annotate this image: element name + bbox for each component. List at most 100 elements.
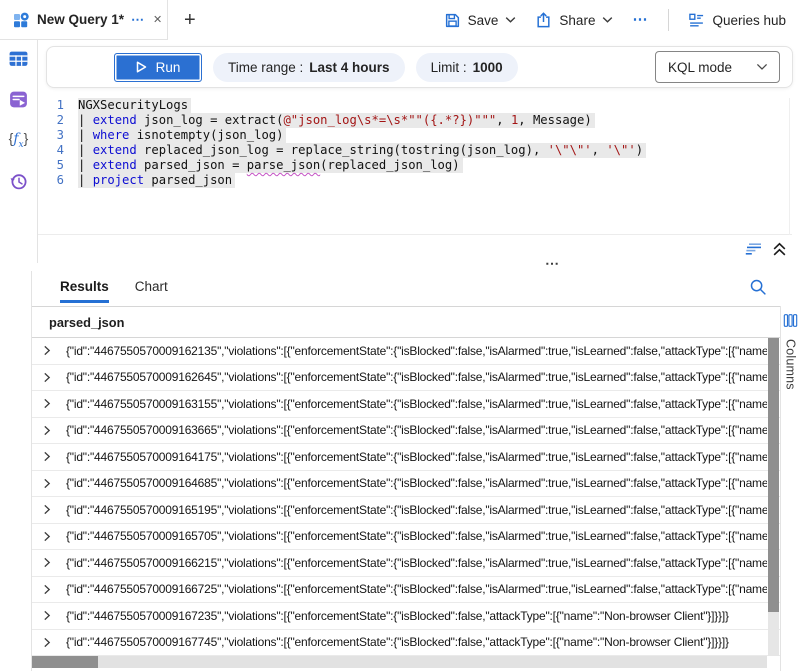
table-row[interactable]: {"id":"4467550570009165705","violations"… (32, 524, 780, 551)
code-line: 5| extend parsed_json = parse_json(repla… (38, 158, 800, 173)
search-icon[interactable] (749, 278, 767, 296)
more-options-button[interactable]: ⋯ (632, 15, 649, 25)
expand-row-icon[interactable] (32, 584, 66, 595)
chevron-down-icon (756, 63, 768, 71)
columns-side-rail[interactable]: Columns (780, 306, 800, 671)
queries-hub-label: Queries hub (712, 13, 786, 28)
save-button[interactable]: Save (444, 12, 517, 29)
save-label: Save (468, 13, 499, 28)
code-line: 2| extend json_log = extract(@"json_log\… (38, 113, 800, 128)
expand-row-icon[interactable] (32, 610, 66, 621)
tab-title: New Query 1* (37, 12, 124, 27)
format-lines-icon[interactable] (744, 241, 763, 257)
table-row[interactable]: {"id":"4467550570009162135","violations"… (32, 338, 780, 365)
limit-selector[interactable]: Limit : 1000 (416, 53, 518, 82)
columns-icon (783, 313, 798, 328)
line-number: 6 (38, 173, 64, 188)
top-actions: Save Share ⋯ (444, 9, 800, 31)
tables-icon[interactable] (7, 46, 31, 70)
vertical-scrollbar[interactable] (768, 338, 779, 656)
table-row[interactable]: {"id":"4467550570009167235","violations"… (32, 603, 780, 630)
row-json-text: {"id":"4467550570009163665","violations"… (66, 423, 767, 437)
tab-more-icon[interactable]: ⋯ (131, 15, 145, 25)
expand-row-icon[interactable] (32, 425, 66, 436)
time-range-label: Time range : (228, 60, 303, 75)
row-json-text: {"id":"4467550570009164175","violations"… (66, 450, 767, 464)
kusto-query-icon (12, 11, 30, 29)
row-json-text: {"id":"4467550570009166725","violations"… (66, 582, 767, 596)
azure-data-explorer-window: New Query 1* ⋯ ✕ + Save (0, 0, 800, 671)
row-json-text: {"id":"4467550570009163155","violations"… (66, 397, 767, 411)
table-row[interactable]: {"id":"4467550570009162645","violations"… (32, 365, 780, 392)
more-options-icon: ⋯ (632, 15, 649, 25)
query-toolbar: Run Time range : Last 4 hours Limit : 10… (46, 46, 793, 88)
chevron-down-icon (505, 16, 516, 24)
expand-row-icon[interactable] (32, 451, 66, 462)
play-icon (136, 61, 147, 73)
limit-value: 1000 (473, 60, 503, 75)
table-row[interactable]: {"id":"4467550570009166725","violations"… (32, 577, 780, 604)
expand-row-icon[interactable] (32, 557, 66, 568)
tab-close-icon[interactable]: ✕ (153, 13, 162, 26)
results-pane: Results Chart parsed_json {"id":"4467550… (0, 271, 800, 671)
functions-icon[interactable]: {fx} (7, 128, 31, 152)
expand-row-icon[interactable] (32, 478, 66, 489)
row-json-text: {"id":"4467550570009165705","violations"… (66, 529, 767, 543)
query-editor-region: {fx} Run Time range : (0, 40, 800, 263)
table-row[interactable]: {"id":"4467550570009165195","violations"… (32, 497, 780, 524)
limit-label: Limit : (431, 60, 467, 75)
tab-chart[interactable]: Chart (135, 279, 168, 300)
collapse-editor-icon[interactable] (772, 241, 787, 257)
table-row[interactable]: {"id":"4467550570009166215","violations"… (32, 550, 780, 577)
expand-row-icon[interactable] (32, 345, 66, 356)
expand-row-icon[interactable] (32, 398, 66, 409)
column-header-parsed-json[interactable]: parsed_json (49, 315, 124, 330)
code-editor[interactable]: 1NGXSecurityLogs2| extend json_log = ext… (38, 90, 800, 235)
table-row[interactable]: {"id":"4467550570009163155","violations"… (32, 391, 780, 418)
expand-row-icon[interactable] (32, 637, 66, 648)
expand-row-icon[interactable] (32, 372, 66, 383)
code-line: 3| where isnotempty(json_log) (38, 128, 800, 143)
share-button[interactable]: Share (535, 12, 613, 29)
expand-row-icon[interactable] (32, 531, 66, 542)
line-number: 5 (38, 158, 64, 173)
tab-results[interactable]: Results (60, 279, 109, 303)
notebook-icon[interactable] (7, 87, 31, 111)
time-range-value: Last 4 hours (309, 60, 389, 75)
tab-bar: New Query 1* ⋯ ✕ + Save (0, 0, 800, 40)
line-number: 2 (38, 113, 64, 128)
table-row[interactable]: {"id":"4467550570009164685","violations"… (32, 471, 780, 498)
expand-row-icon[interactable] (32, 504, 66, 515)
splitter-handle-icon[interactable]: ⋯ (545, 255, 560, 272)
queries-hub-icon (688, 12, 705, 29)
row-json-text: {"id":"4467550570009166215","violations"… (66, 556, 767, 570)
new-tab-button[interactable]: + (168, 9, 212, 32)
results-panel: Results Chart parsed_json {"id":"4467550… (31, 271, 780, 671)
history-icon[interactable] (7, 169, 31, 193)
row-json-text: {"id":"4467550570009164685","violations"… (66, 476, 767, 490)
code-lines: 1NGXSecurityLogs2| extend json_log = ext… (38, 98, 800, 188)
table-row[interactable]: {"id":"4467550570009164175","violations"… (32, 444, 780, 471)
horizontal-scrollbar[interactable] (32, 656, 767, 668)
line-number: 3 (38, 128, 64, 143)
run-button[interactable]: Run (114, 53, 202, 82)
queries-hub-button[interactable]: Queries hub (688, 12, 786, 29)
table-row[interactable]: {"id":"4467550570009167745","violations"… (32, 630, 780, 657)
column-header-row[interactable]: parsed_json (32, 306, 780, 338)
chevron-down-icon (602, 16, 613, 24)
row-json-text: {"id":"4467550570009167235","violations"… (66, 609, 767, 623)
code-line: 1NGXSecurityLogs (38, 98, 800, 113)
query-tab[interactable]: New Query 1* ⋯ ✕ (0, 0, 168, 40)
line-number: 1 (38, 98, 64, 113)
toolbar-divider (668, 9, 669, 31)
results-tab-bar: Results Chart (32, 271, 780, 306)
code-line: 4| extend replaced_json_log = replace_st… (38, 143, 800, 158)
table-row[interactable]: {"id":"4467550570009163665","violations"… (32, 418, 780, 445)
horizontal-scrollbar-thumb[interactable] (32, 656, 98, 668)
query-mode-dropdown[interactable]: KQL mode (655, 51, 780, 83)
share-icon (535, 12, 552, 29)
time-range-selector[interactable]: Time range : Last 4 hours (213, 53, 405, 82)
save-icon (444, 12, 461, 29)
vertical-scrollbar-thumb[interactable] (768, 338, 779, 612)
row-json-text: {"id":"4467550570009167745","violations"… (66, 635, 767, 649)
